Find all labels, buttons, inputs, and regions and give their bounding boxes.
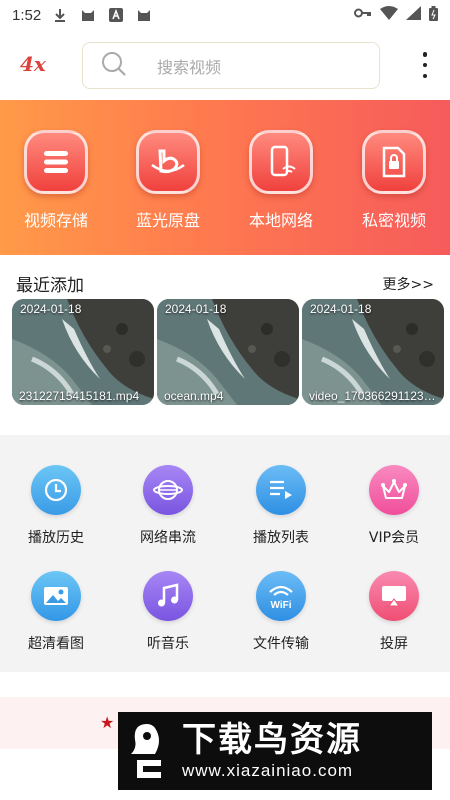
app-a-icon — [109, 8, 124, 22]
banner-item-bluray[interactable]: 蓝光原盘 — [112, 130, 224, 231]
tool-file-transfer[interactable]: WiFi 文件传输 — [225, 571, 337, 653]
tool-hd-image[interactable]: 超清看图 — [0, 571, 112, 653]
watermark-title: 下载鸟资源 — [182, 720, 362, 760]
tool-label: 播放历史 — [28, 530, 84, 546]
globe-icon — [143, 465, 193, 515]
tool-network-stream[interactable]: 网络串流 — [112, 465, 224, 547]
app-header: 4x 搜索视频 — [0, 30, 450, 100]
clock-icon — [31, 465, 81, 515]
banner-label: 私密视频 — [361, 211, 426, 230]
video-thumbnail[interactable]: 2024-01-18 23122715415181.mp4 — [12, 299, 154, 405]
banner-item-video-storage[interactable]: 视频存储 — [0, 130, 112, 231]
tool-label: VIP会员 — [368, 530, 420, 546]
crown-icon — [369, 465, 419, 515]
battery-icon — [429, 5, 438, 25]
signal-icon — [406, 6, 421, 24]
search-icon — [101, 51, 127, 81]
cat-icon — [81, 8, 95, 22]
tool-play-history[interactable]: 播放历史 — [0, 465, 112, 547]
tool-label: 文件传输 — [253, 636, 309, 652]
app-logo: 4x — [20, 52, 46, 76]
banner-label: 蓝光原盘 — [135, 211, 200, 230]
tool-playlist[interactable]: 播放列表 — [225, 465, 337, 547]
video-date: 2024-01-18 — [310, 302, 372, 316]
recent-title: 最近添加 — [16, 276, 84, 296]
video-name: video_1703662911234.mp4 — [309, 389, 437, 403]
status-bar: 1:52 — [0, 0, 450, 30]
search-placeholder: 搜索视频 — [157, 57, 222, 77]
tool-label: 播放列表 — [253, 530, 309, 546]
tools-panel: 播放历史 网络串流 播放列表 VIP会员 超清看图 听音乐 WiFi 文件传输 … — [0, 435, 450, 672]
bird-logo-icon — [118, 712, 178, 790]
watermark-url: www.xiazainiao.com — [182, 761, 354, 780]
tool-music[interactable]: 听音乐 — [112, 571, 224, 653]
feature-banner: 视频存储 蓝光原盘 本地网络 私密视频 — [0, 100, 450, 255]
bluray-icon — [136, 130, 200, 194]
search-bar[interactable]: 搜索视频 — [82, 42, 380, 89]
video-date: 2024-01-18 — [20, 302, 82, 316]
banner-label: 本地网络 — [248, 211, 313, 230]
tool-vip[interactable]: VIP会员 — [338, 465, 450, 547]
image-icon — [31, 571, 81, 621]
wifi-transfer-icon: WiFi — [256, 571, 306, 621]
status-time: 1:52 — [12, 6, 42, 24]
star-icon: ★ — [100, 713, 115, 732]
wifi-icon — [380, 6, 398, 24]
video-thumbnail[interactable]: 2024-01-18 ocean.mp4 — [157, 299, 299, 405]
tool-cast[interactable]: 投屏 — [338, 571, 450, 653]
tool-label: 听音乐 — [147, 636, 189, 652]
tool-label: 投屏 — [380, 636, 408, 652]
banner-item-local-network[interactable]: 本地网络 — [225, 130, 337, 231]
phone-wifi-icon — [249, 130, 313, 194]
playlist-icon — [256, 465, 306, 515]
watermark-overlay: 下载鸟资源 www.xiazainiao.com — [118, 712, 432, 790]
recent-more-link[interactable]: 更多>> — [383, 274, 434, 294]
video-thumbnail[interactable]: 2024-01-18 video_1703662911234.mp4 — [302, 299, 444, 405]
cat-icon — [137, 8, 151, 22]
video-name: 23122715415181.mp4 — [19, 389, 140, 403]
list-icon — [24, 130, 88, 194]
lock-file-icon — [362, 130, 426, 194]
download-icon — [53, 8, 67, 22]
svg-text:WiFi: WiFi — [270, 600, 291, 610]
banner-label: 视频存储 — [23, 211, 88, 230]
cast-icon — [369, 571, 419, 621]
music-icon — [143, 571, 193, 621]
tool-label: 超清看图 — [28, 636, 84, 652]
video-name: ocean.mp4 — [164, 389, 224, 403]
key-icon — [354, 6, 372, 24]
tool-label: 网络串流 — [140, 530, 196, 546]
video-date: 2024-01-18 — [165, 302, 227, 316]
banner-item-private-video[interactable]: 私密视频 — [338, 130, 450, 231]
more-vertical-icon[interactable] — [422, 52, 428, 78]
